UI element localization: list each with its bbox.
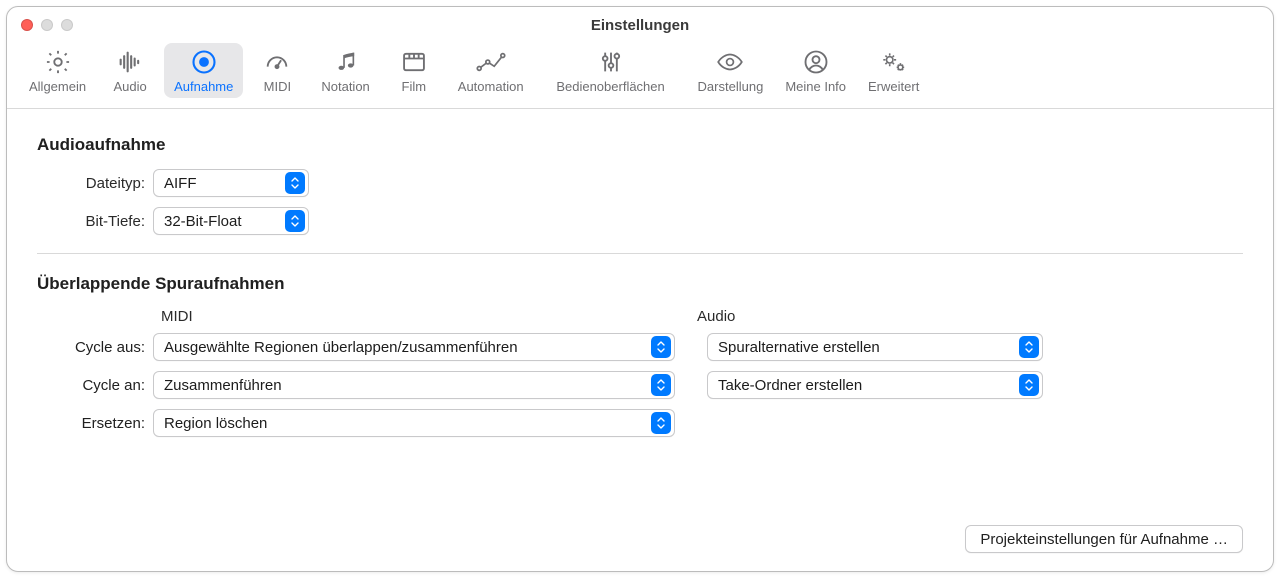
- divider: [37, 253, 1243, 254]
- row-cycle-on: Cycle an: Zusammenführen Take-Ordner ers…: [37, 371, 1243, 399]
- row-bitdepth: Bit-Tiefe: 32-Bit-Float: [37, 207, 1243, 235]
- sliders-icon: [597, 47, 625, 77]
- window-controls: [21, 19, 73, 31]
- select-cycle-off-midi[interactable]: Ausgewählte Regionen überlappen/zusammen…: [153, 333, 675, 361]
- tab-label: Erweitert: [868, 79, 919, 94]
- label-cycle-off: Cycle aus:: [37, 339, 153, 356]
- tab-darstellung[interactable]: Darstellung: [688, 43, 774, 98]
- select-value: Ausgewählte Regionen überlappen/zusammen…: [164, 339, 524, 356]
- button-label: Projekteinstellungen für Aufnahme …: [980, 531, 1228, 548]
- tab-label: MIDI: [264, 79, 291, 94]
- select-filetype[interactable]: AIFF: [153, 169, 309, 197]
- tab-label: Aufnahme: [174, 79, 233, 94]
- zoom-window-button[interactable]: [61, 19, 73, 31]
- chevrons-updown-icon: [1019, 336, 1039, 358]
- tab-label: Meine Info: [785, 79, 846, 94]
- record-icon: [190, 47, 218, 77]
- tab-audio[interactable]: Audio: [98, 43, 162, 98]
- film-icon: [400, 47, 428, 77]
- label-filetype: Dateityp:: [37, 175, 153, 192]
- music-note-icon: [332, 47, 360, 77]
- column-header-midi: MIDI: [153, 308, 689, 325]
- chevrons-updown-icon: [285, 172, 305, 194]
- tab-meine-info[interactable]: Meine Info: [775, 43, 856, 98]
- gauge-icon: [263, 47, 291, 77]
- select-value: Region löschen: [164, 415, 273, 432]
- gears-icon: [879, 47, 909, 77]
- window-title: Einstellungen: [591, 17, 689, 34]
- chevrons-updown-icon: [651, 336, 671, 358]
- select-value: Take-Ordner erstellen: [718, 377, 868, 394]
- tab-allgemein[interactable]: Allgemein: [19, 43, 96, 98]
- section-audio-recording-title: Audioaufnahme: [37, 135, 1243, 155]
- eye-icon: [715, 47, 745, 77]
- content-area: Audioaufnahme Dateityp: AIFF Bit-Tiefe: …: [7, 109, 1273, 571]
- tab-label: Notation: [321, 79, 369, 94]
- label-replace: Ersetzen:: [37, 415, 153, 432]
- user-circle-icon: [802, 47, 830, 77]
- chevrons-updown-icon: [1019, 374, 1039, 396]
- select-value: AIFF: [164, 175, 203, 192]
- select-cycle-on-audio[interactable]: Take-Ordner erstellen: [707, 371, 1043, 399]
- chevrons-updown-icon: [651, 374, 671, 396]
- tab-label: Film: [402, 79, 427, 94]
- select-bitdepth[interactable]: 32-Bit-Float: [153, 207, 309, 235]
- row-replace: Ersetzen: Region löschen: [37, 409, 1243, 437]
- select-cycle-on-midi[interactable]: Zusammenführen: [153, 371, 675, 399]
- tab-notation[interactable]: Notation: [311, 43, 379, 98]
- label-bitdepth: Bit-Tiefe:: [37, 213, 153, 230]
- close-window-button[interactable]: [21, 19, 33, 31]
- column-headers: MIDI Audio: [37, 308, 1243, 325]
- section-overlapping-title: Überlappende Spuraufnahmen: [37, 274, 1243, 294]
- minimize-window-button[interactable]: [41, 19, 53, 31]
- select-replace-midi[interactable]: Region löschen: [153, 409, 675, 437]
- tab-label: Bedienoberflächen: [556, 79, 664, 94]
- tab-midi[interactable]: MIDI: [245, 43, 309, 98]
- tab-film[interactable]: Film: [382, 43, 446, 98]
- preferences-toolbar: Allgemein Audio: [7, 43, 1273, 109]
- tab-label: Darstellung: [698, 79, 764, 94]
- select-value: 32-Bit-Float: [164, 213, 248, 230]
- select-cycle-off-audio[interactable]: Spuralternative erstellen: [707, 333, 1043, 361]
- tab-aufnahme[interactable]: Aufnahme: [164, 43, 243, 98]
- tab-erweitert[interactable]: Erweitert: [858, 43, 929, 98]
- preferences-window: Einstellungen Allgemein: [6, 6, 1274, 572]
- tab-label: Allgemein: [29, 79, 86, 94]
- select-value: Zusammenführen: [164, 377, 288, 394]
- titlebar: Einstellungen: [7, 7, 1273, 43]
- column-header-audio: Audio: [689, 308, 735, 325]
- automation-icon: [476, 47, 506, 77]
- tab-automation[interactable]: Automation: [448, 43, 534, 98]
- select-value: Spuralternative erstellen: [718, 339, 886, 356]
- chevrons-updown-icon: [651, 412, 671, 434]
- row-filetype: Dateityp: AIFF: [37, 169, 1243, 197]
- tab-bedienoberflaechen[interactable]: Bedienoberflächen: [536, 43, 686, 98]
- chevrons-updown-icon: [285, 210, 305, 232]
- row-cycle-off: Cycle aus: Ausgewählte Regionen überlapp…: [37, 333, 1243, 361]
- gear-icon: [44, 47, 72, 77]
- project-settings-recording-button[interactable]: Projekteinstellungen für Aufnahme …: [965, 525, 1243, 553]
- waveform-icon: [116, 47, 144, 77]
- label-cycle-on: Cycle an:: [37, 377, 153, 394]
- tab-label: Audio: [113, 79, 146, 94]
- tab-label: Automation: [458, 79, 524, 94]
